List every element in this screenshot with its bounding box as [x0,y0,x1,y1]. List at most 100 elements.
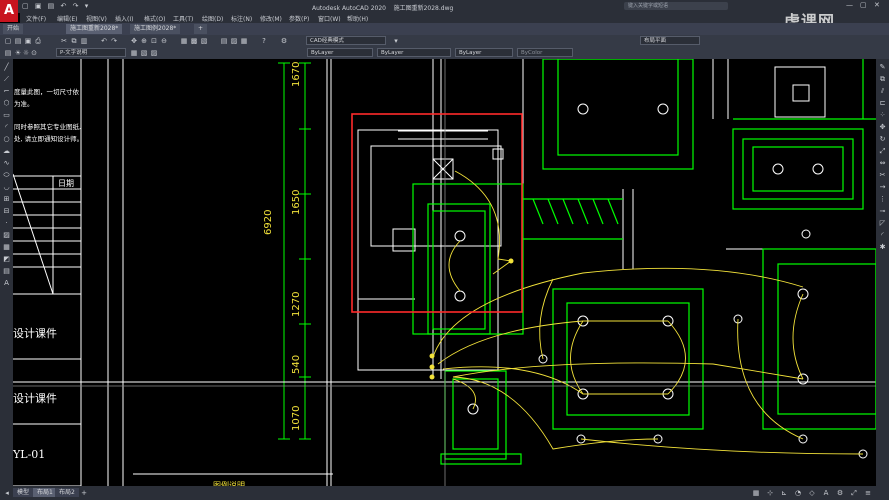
menu-tools[interactable]: 工具(T) [173,14,193,23]
break-icon[interactable]: ⋮ [878,195,887,204]
menu-parametric[interactable]: 参数(P) [289,14,309,23]
fillet-icon[interactable]: ◜ [878,231,887,240]
mtext-icon[interactable]: A [2,279,11,288]
array-icon[interactable]: ⁘ [878,111,887,120]
annotation-icon[interactable]: A [822,489,830,497]
trim-icon[interactable]: ✂ [878,171,887,180]
rotate-icon[interactable]: ↻ [878,135,887,144]
layout-select[interactable]: 布局平面 [640,36,700,45]
spline-icon[interactable]: ∿ [2,159,11,168]
cut-icon[interactable]: ✂ [60,37,68,45]
make-block-icon[interactable]: ⊟ [2,207,11,216]
tab-model[interactable]: 模型 [13,488,34,497]
quick-access-toolbar[interactable]: ▢ ▣ ▤ ↶ ↷ ▾ [22,2,90,10]
print-icon[interactable]: ⎙ [34,37,42,45]
zoom-window-icon[interactable]: ⊡ [150,37,158,45]
ellipse-arc-icon[interactable]: ◡ [2,183,11,192]
construction-line-icon[interactable]: ⟋ [2,75,11,84]
linetype-select[interactable]: ByLayer [377,48,451,57]
erase-icon[interactable]: ✎ [878,63,887,72]
ortho-icon[interactable]: ⊾ [780,489,788,497]
layer-select[interactable]: P-文字说明 [56,48,126,57]
mirror-icon[interactable]: ⫽ [878,87,887,96]
minimize-icon[interactable]: — [846,1,853,9]
gradient-icon[interactable]: ▦ [2,243,11,252]
menu-draw[interactable]: 绘图(D) [202,14,223,23]
revision-cloud-icon[interactable]: ☁ [2,147,11,156]
tab-start[interactable]: 开始 [3,24,24,34]
add-layout-icon[interactable]: + [80,489,88,497]
undo-icon[interactable]: ↶ [100,37,108,45]
close-icon[interactable]: ✕ [874,1,880,9]
pan-icon[interactable]: ✥ [130,37,138,45]
open-icon[interactable]: ▤ [14,37,22,45]
tab-layout1[interactable]: 布局1 [33,488,57,497]
copy-icon[interactable]: ⧉ [70,37,78,45]
drawing-canvas[interactable]: 度量此图，一切尺寸依 为准。 同时参照其它专业图纸, 处, 请立即通知设计师。 … [12,58,877,490]
workspace-icon[interactable]: ⚙ [280,37,288,45]
insert-block-icon[interactable]: ⊞ [2,195,11,204]
region-icon[interactable]: ◩ [2,255,11,264]
zoom-icon[interactable]: ⊕ [140,37,148,45]
layer-previous-icon[interactable]: ▦ [130,49,138,57]
explode-icon[interactable]: ✱ [878,243,887,252]
menu-format[interactable]: 格式(O) [144,14,165,23]
plotstyle-select[interactable]: ByColor [517,48,573,57]
help-icon[interactable]: ? [260,37,268,45]
arc-icon[interactable]: ◜ [2,123,11,132]
menu-edit[interactable]: 编辑(E) [57,14,77,23]
grid-icon[interactable]: ▦ [752,489,760,497]
sheet-set-icon[interactable]: ▤ [220,37,228,45]
fullscreen-icon[interactable]: ⤢ [850,489,858,497]
tab-layout2[interactable]: 布局2 [55,488,79,497]
customize-icon[interactable]: ≡ [864,489,872,497]
new-icon[interactable]: ▢ [4,37,12,45]
redo-icon[interactable]: ↷ [110,37,118,45]
extend-icon[interactable]: → [878,183,887,192]
tool-palette-icon[interactable]: ▧ [200,37,208,45]
tab-add[interactable]: + [194,24,208,34]
tab-doc-1[interactable]: 施工图重新2028* [66,24,123,34]
menu-window[interactable]: 窗口(W) [318,14,341,23]
layer-manager-icon[interactable]: ▤ [4,49,12,57]
menu-help[interactable]: 帮助(H) [347,14,368,23]
workspace-settings-icon[interactable]: ▾ [392,37,400,45]
hatch-icon[interactable]: ▨ [2,231,11,240]
menu-modify[interactable]: 修改(M) [260,14,282,23]
scale-icon[interactable]: ⤢ [878,147,887,156]
menu-dimension[interactable]: 标注(N) [231,14,252,23]
osnap-icon[interactable]: ◇ [808,489,816,497]
search-input[interactable]: 键入关键字或短语 [624,2,728,10]
offset-icon[interactable]: ⊏ [878,99,887,108]
table-icon[interactable]: ▤ [2,267,11,276]
zoom-previous-icon[interactable]: ⊖ [160,37,168,45]
workspace-select[interactable]: CAD经典模式 [306,36,386,45]
stretch-icon[interactable]: ⇔ [878,159,887,168]
lineweight-select[interactable]: ByLayer [455,48,513,57]
workspace-switch-icon[interactable]: ⚙ [836,489,844,497]
save-icon[interactable]: ▣ [24,37,32,45]
menu-insert[interactable]: 插入(I) [115,14,133,23]
point-icon[interactable]: · [2,219,11,228]
paste-icon[interactable]: ▥ [80,37,88,45]
rectangle-icon[interactable]: ▭ [2,111,11,120]
circle-icon[interactable]: ○ [2,135,11,144]
design-center-icon[interactable]: ▩ [190,37,198,45]
polygon-icon[interactable]: ⬡ [2,99,11,108]
tab-doc-2[interactable]: 施工图例2028* [130,24,181,34]
ellipse-icon[interactable]: ⬭ [2,171,11,180]
tab-scroll-left-icon[interactable]: ◂ [3,489,11,497]
polyline-icon[interactable]: ⌐ [2,87,11,96]
menu-view[interactable]: 视图(V) [86,14,107,23]
properties-icon[interactable]: ▦ [180,37,188,45]
calculator-icon[interactable]: ▦ [240,37,248,45]
line-icon[interactable]: ╱ [2,63,11,72]
copy-object-icon[interactable]: ⧉ [878,75,887,84]
move-icon[interactable]: ✥ [878,123,887,132]
markup-icon[interactable]: ▨ [230,37,238,45]
chamfer-icon[interactable]: ◸ [878,219,887,228]
autocad-logo-icon[interactable]: A [0,0,18,22]
layer-state-icon[interactable]: ▧ [140,49,148,57]
join-icon[interactable]: ⊸ [878,207,887,216]
layer-match-icon[interactable]: ▨ [150,49,158,57]
